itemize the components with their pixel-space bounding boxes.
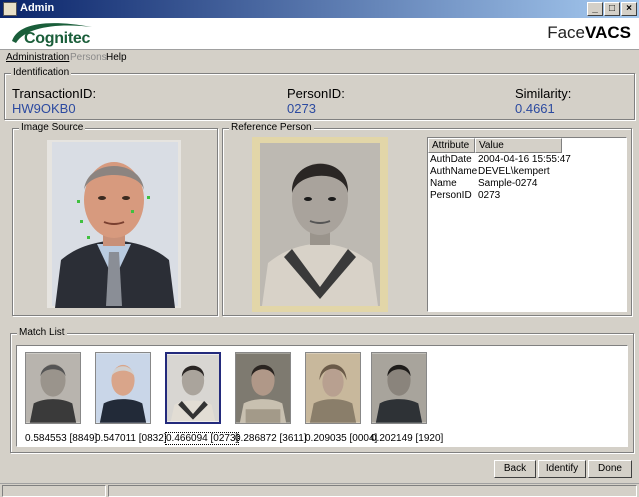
- window-title: Admin: [20, 2, 55, 14]
- minimize-icon[interactable]: _: [587, 2, 603, 16]
- match-score-caption: 0.286872 [3611]: [235, 433, 307, 444]
- done-button[interactable]: Done: [588, 460, 632, 478]
- menu-help[interactable]: Help: [106, 52, 127, 63]
- done-button-label: Done: [598, 463, 622, 474]
- reference-person-legend: Reference Person: [229, 122, 314, 133]
- match-list: 0.584553 [8849] 0.547011 [0832] 0.466094…: [16, 345, 628, 447]
- match-score-text: 0.209035 [0004]: [305, 433, 378, 444]
- match-item[interactable]: 0.286872 [3611]: [235, 352, 307, 444]
- match-score-text: 0.584553 [8849]: [25, 433, 98, 444]
- identify-button-label: Identify: [545, 463, 579, 474]
- match-score-caption: 0.209035 [0004]: [305, 433, 377, 444]
- status-bar: [0, 483, 639, 497]
- cognitec-logo-text: Cognitec: [24, 30, 91, 47]
- match-score-text: 0.202149 [1920]: [371, 433, 444, 444]
- attribute-cell: PersonID: [430, 190, 472, 201]
- app-icon[interactable]: [3, 2, 17, 16]
- image-source-legend: Image Source: [19, 122, 86, 133]
- match-score-caption: 0.466094 [0273]: [165, 432, 240, 445]
- window-title-bar: Admin _ □ ×: [0, 0, 639, 18]
- match-list-legend: Match List: [17, 327, 67, 338]
- match-score-text: 0.466094 [0273]: [165, 432, 240, 445]
- close-icon[interactable]: ×: [621, 2, 637, 16]
- match-score-caption: 0.547011 [0832]: [95, 433, 167, 444]
- back-button-label: Back: [503, 463, 527, 474]
- person-id-label: PersonID:: [287, 86, 345, 101]
- brand-header: Cognitec FaceVACS: [0, 18, 639, 50]
- person-id-value: 0273: [287, 101, 316, 116]
- probe-face-photo-icon[interactable]: [47, 140, 181, 308]
- facevacs-logo: FaceVACS: [547, 23, 631, 43]
- menu-persons[interactable]: Persons: [70, 52, 107, 63]
- attribute-table-header: Attribute Value: [428, 138, 628, 153]
- column-header-attribute[interactable]: Attribute: [428, 138, 475, 153]
- similarity-value: 0.4661: [515, 101, 555, 116]
- transaction-id-value: HW9OKB0: [12, 101, 76, 116]
- value-cell: 2004-04-16 15:55:47: [478, 154, 571, 165]
- match-face-thumbnail-icon: [25, 352, 81, 424]
- similarity-label: Similarity:: [515, 86, 572, 101]
- match-face-thumbnail-icon: [305, 352, 361, 424]
- value-cell: Sample-0274: [478, 178, 538, 189]
- attribute-table[interactable]: Attribute Value AuthDate 2004-04-16 15:55…: [427, 137, 627, 312]
- match-score-text: 0.286872 [3611]: [235, 433, 307, 444]
- menu-administration[interactable]: Administration: [6, 52, 69, 63]
- match-score-caption: 0.584553 [8849]: [25, 433, 97, 444]
- value-cell: DEVEL\kempert: [478, 166, 550, 177]
- match-item[interactable]: 0.547011 [0832]: [95, 352, 167, 444]
- match-face-thumbnail-icon: [235, 352, 291, 424]
- menu-bar: Administration Persons Help: [0, 51, 639, 65]
- match-item[interactable]: 0.584553 [8849]: [25, 352, 97, 444]
- attribute-cell: Name: [430, 178, 457, 189]
- match-item[interactable]: 0.202149 [1920]: [371, 352, 443, 444]
- back-button[interactable]: Back: [494, 460, 536, 478]
- match-item[interactable]: 0.209035 [0004]: [305, 352, 377, 444]
- facevacs-logo-vacs: VACS: [585, 23, 631, 42]
- attribute-cell: AuthDate: [430, 154, 472, 165]
- facevacs-logo-face: Face: [547, 23, 586, 42]
- identification-legend: Identification: [11, 67, 72, 78]
- status-pane-left: [2, 485, 106, 497]
- match-item-selected[interactable]: 0.466094 [0273]: [165, 352, 240, 445]
- column-header-value[interactable]: Value: [475, 138, 562, 153]
- status-pane-main: [108, 485, 637, 497]
- match-face-thumbnail-icon: [95, 352, 151, 424]
- match-score-caption: 0.202149 [1920]: [371, 433, 443, 444]
- maximize-icon[interactable]: □: [604, 2, 620, 16]
- match-score-text: 0.547011 [0832]: [95, 433, 167, 444]
- transaction-id-label: TransactionID:: [12, 86, 97, 101]
- match-face-thumbnail-icon: [165, 352, 221, 424]
- match-face-thumbnail-icon: [371, 352, 427, 424]
- identify-button[interactable]: Identify: [538, 460, 586, 478]
- attribute-cell: AuthName: [430, 166, 478, 177]
- reference-face-photo-icon[interactable]: [252, 137, 388, 312]
- value-cell: 0273: [478, 190, 501, 201]
